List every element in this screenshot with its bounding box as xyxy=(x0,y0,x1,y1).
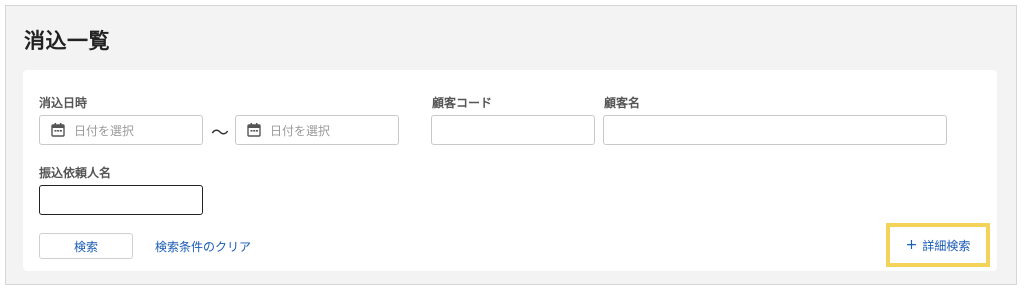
search-button[interactable]: 検索 xyxy=(39,233,133,259)
date-range-separator: 〜 xyxy=(211,123,229,144)
customer-name-label: 顧客名 xyxy=(604,96,641,110)
reconcile-date-from-input[interactable]: 日付を選択 xyxy=(39,115,203,145)
remitter-name-input[interactable] xyxy=(39,185,203,215)
clear-conditions-link[interactable]: 検索条件のクリア xyxy=(155,238,251,255)
reconcile-date-to-input[interactable]: 日付を選択 xyxy=(235,115,399,145)
advanced-search-button[interactable]: + 詳細検索 xyxy=(886,223,990,267)
advanced-search-label: 詳細検索 xyxy=(922,238,971,253)
calendar-icon xyxy=(246,122,262,138)
calendar-icon xyxy=(50,122,66,138)
page-container: 消込一覧 消込日時 日付を選択 〜 日付を選択 顧客コード 顧客名 振込依頼人名… xyxy=(5,5,1017,285)
reconcile-date-label: 消込日時 xyxy=(39,96,88,110)
customer-name-input[interactable] xyxy=(603,115,947,145)
plus-icon: + xyxy=(905,237,918,253)
customer-code-input[interactable] xyxy=(431,115,595,145)
date-from-placeholder: 日付を選択 xyxy=(74,123,135,138)
date-to-placeholder: 日付を選択 xyxy=(270,123,331,138)
page-title: 消込一覧 xyxy=(24,29,110,53)
search-panel: 消込日時 日付を選択 〜 日付を選択 顧客コード 顧客名 振込依頼人名 検索 検… xyxy=(23,70,997,271)
remitter-name-label: 振込依頼人名 xyxy=(39,166,112,180)
customer-code-label: 顧客コード xyxy=(432,96,493,110)
